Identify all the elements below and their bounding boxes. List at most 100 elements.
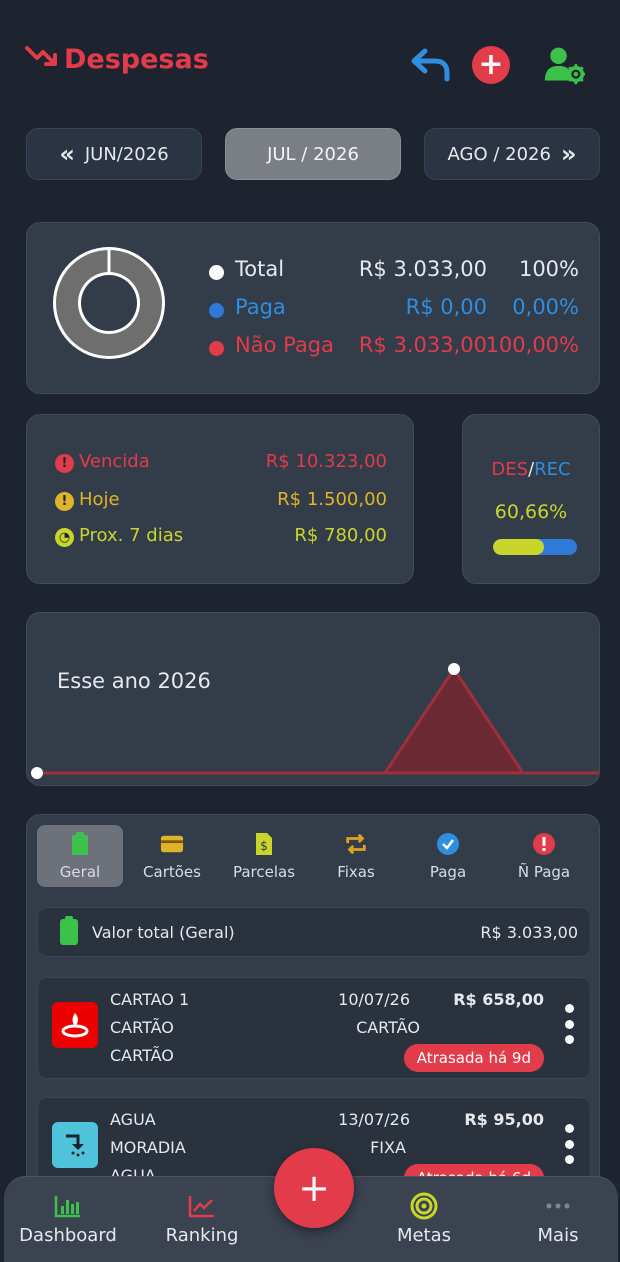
tab-parcelas[interactable]: $ Parcelas xyxy=(221,825,307,887)
line-chart-icon xyxy=(187,1191,217,1221)
prev-month-label: JUN/2026 xyxy=(84,143,169,165)
entry-amount: R$ 658,00 xyxy=(453,990,544,1009)
due-value: R$ 780,00 xyxy=(294,525,387,546)
next-month-button[interactable]: AGO / 2026 » xyxy=(424,128,600,180)
total-value: R$ 3.033,00 xyxy=(480,923,578,942)
tab-label: Ñ Paga xyxy=(517,863,571,881)
total-label: Valor total (Geral) xyxy=(92,923,235,942)
summary-label: Não Paga xyxy=(235,333,334,357)
tab-paga[interactable]: Paga xyxy=(405,825,491,887)
nav-ranking[interactable]: Ranking xyxy=(142,1191,262,1262)
ratio-progress-bar xyxy=(493,539,577,555)
summary-card: Total R$ 3.033,00 100% Paga R$ 0,00 0,00… xyxy=(26,222,600,394)
alert-circle-icon xyxy=(532,832,556,856)
nav-label: Mais xyxy=(537,1225,579,1246)
list-item[interactable]: CARTAO 1 CARTÃO CARTÃO 10/07/26 R$ 658,0… xyxy=(37,977,591,1079)
tab-label: Parcelas xyxy=(232,863,296,881)
due-value: R$ 1.500,00 xyxy=(277,489,387,510)
unpaid-dot-icon xyxy=(209,341,224,356)
entry-date: 13/07/26 xyxy=(338,1110,410,1129)
entry-subcategory: CARTÃO xyxy=(110,1046,174,1065)
entry-category: MORADIA xyxy=(110,1138,186,1157)
due-label: Vencida xyxy=(79,451,150,472)
summary-pct: 100% xyxy=(518,257,579,281)
current-month-label: JUL / 2026 xyxy=(267,143,359,165)
user-settings-icon[interactable] xyxy=(543,44,585,86)
tab-label: Fixas xyxy=(337,863,375,881)
year-chart-card: Esse ano 2026 xyxy=(26,612,600,786)
ratio-label: DES/REC xyxy=(463,459,599,480)
ratio-pct: 60,66% xyxy=(494,501,568,523)
status-badge: Atrasada há 9d xyxy=(403,1044,544,1072)
more-vertical-icon[interactable] xyxy=(562,1004,576,1044)
add-button[interactable]: + xyxy=(470,44,512,86)
nav-label: Metas xyxy=(396,1225,452,1246)
tab-fixas[interactable]: Fixas xyxy=(313,825,399,887)
installments-icon: $ xyxy=(252,832,276,856)
nav-label: Dashboard xyxy=(19,1225,117,1246)
more-icon xyxy=(543,1191,573,1221)
due-row-today: ! Hoje R$ 1.500,00 xyxy=(55,489,387,515)
chart-area xyxy=(382,666,526,775)
prev-month-button[interactable]: « JUN/2026 xyxy=(26,128,202,180)
entry-amount: R$ 95,00 xyxy=(464,1110,544,1129)
trend-down-icon xyxy=(24,42,60,77)
due-card: ! Vencida R$ 10.323,00 ! Hoje R$ 1.500,0… xyxy=(26,414,414,584)
tab-nao-paga[interactable]: Ñ Paga xyxy=(497,825,591,887)
entry-type: CARTÃO xyxy=(356,1018,420,1037)
nav-metas[interactable]: Metas xyxy=(364,1191,484,1262)
due-label: Hoje xyxy=(79,489,120,510)
summary-row-unpaid: Não Paga R$ 3.033,00 100,00% xyxy=(209,333,579,363)
entry-type: FIXA xyxy=(370,1138,406,1157)
total-dot-icon xyxy=(209,265,224,280)
bank-flame-icon xyxy=(52,1002,98,1048)
summary-value: R$ 3.033,00 xyxy=(358,257,487,281)
nav-label: Ranking xyxy=(165,1225,239,1246)
header: Despesas + xyxy=(0,0,620,120)
card-icon xyxy=(160,832,184,856)
nav-dashboard[interactable]: Dashboard xyxy=(8,1191,128,1262)
clipboard-icon xyxy=(60,916,78,945)
chart-point xyxy=(31,767,43,779)
total-row: Valor total (Geral) R$ 3.033,00 xyxy=(37,907,591,957)
tab-cartoes[interactable]: Cartões xyxy=(129,825,215,887)
ratio-progress-fill xyxy=(493,539,544,555)
warning-icon: ! xyxy=(55,492,74,511)
bar-chart-icon xyxy=(53,1191,83,1221)
add-icon: + xyxy=(472,46,510,84)
undo-icon[interactable] xyxy=(410,44,452,86)
shower-icon xyxy=(52,1122,98,1168)
more-vertical-icon[interactable] xyxy=(562,1124,576,1164)
year-chart-label: Esse ano 2026 xyxy=(57,669,211,693)
entry-date: 10/07/26 xyxy=(338,990,410,1009)
due-row-next7: ◔ Prox. 7 dias R$ 780,00 xyxy=(55,525,387,551)
check-circle-icon xyxy=(436,832,460,856)
year-area-chart xyxy=(31,663,599,779)
entry-title: CARTAO 1 xyxy=(110,990,190,1009)
clipboard-icon xyxy=(68,832,92,856)
nav-mais[interactable]: Mais xyxy=(498,1191,618,1262)
due-value: R$ 10.323,00 xyxy=(265,451,387,472)
ratio-des: DES xyxy=(491,459,529,480)
entry-title: AGUA xyxy=(110,1110,156,1129)
current-month-button[interactable]: JUL / 2026 xyxy=(225,128,401,180)
target-icon xyxy=(409,1191,439,1221)
due-label: Prox. 7 dias xyxy=(79,525,184,546)
repeat-icon xyxy=(344,832,368,856)
summary-label: Total xyxy=(235,257,285,281)
summary-value: R$ 3.033,00 xyxy=(358,333,487,357)
next-month-label: AGO / 2026 xyxy=(447,143,551,165)
expense-income-ratio-card[interactable]: DES/REC 60,66% xyxy=(462,414,600,584)
summary-row-total: Total R$ 3.033,00 100% xyxy=(209,257,579,287)
tab-geral[interactable]: Geral xyxy=(37,825,123,887)
plus-icon: + xyxy=(298,1166,330,1210)
summary-pct: 100,00% xyxy=(485,333,579,357)
double-chevron-left-icon: « xyxy=(59,140,75,168)
chart-point xyxy=(448,663,460,675)
add-expense-fab[interactable]: + xyxy=(274,1148,354,1228)
svg-text:$: $ xyxy=(260,839,268,853)
page-title: Despesas xyxy=(24,42,209,77)
page-title-text: Despesas xyxy=(64,44,209,75)
month-selector: « JUN/2026 JUL / 2026 AGO / 2026 » xyxy=(26,128,600,180)
ratio-rec: REC xyxy=(534,459,571,480)
